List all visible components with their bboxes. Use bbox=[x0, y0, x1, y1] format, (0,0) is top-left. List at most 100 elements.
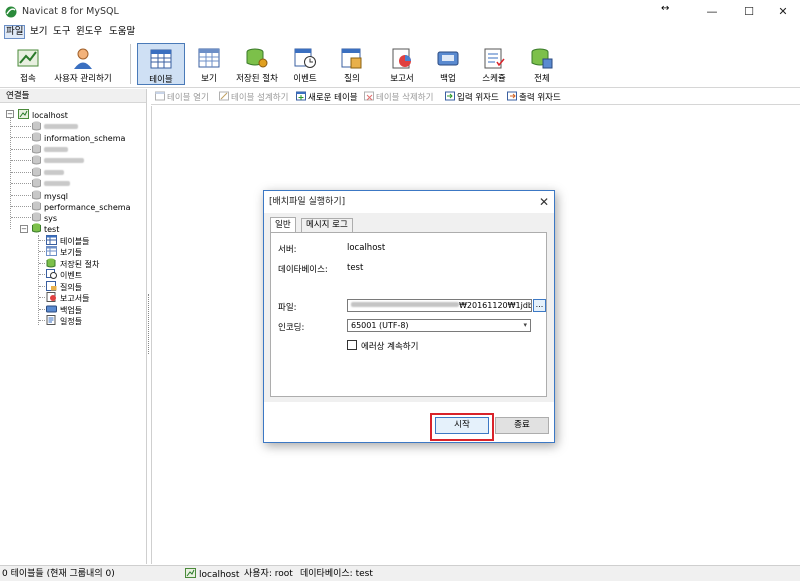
tree-database-information-schema[interactable]: information_schema bbox=[32, 132, 125, 143]
tree-database-hidden[interactable] bbox=[32, 178, 70, 189]
tree-database-sys[interactable]: sys bbox=[32, 212, 57, 223]
tree-label: 보고서들 bbox=[60, 294, 90, 303]
tree-database-hidden[interactable] bbox=[32, 155, 84, 166]
dialog-footer: 시작 종료 bbox=[264, 402, 554, 442]
toolbar-event-button[interactable]: 이벤트 bbox=[284, 43, 326, 85]
database-value: test bbox=[347, 263, 364, 273]
toolbar-label: 질의 bbox=[344, 74, 360, 84]
tree-database-performance-schema[interactable]: performance_schema bbox=[32, 201, 131, 212]
toolbar-query-button[interactable]: 질의 bbox=[332, 43, 372, 85]
browse-file-button[interactable]: ... bbox=[533, 299, 546, 312]
view-icon bbox=[46, 246, 57, 256]
toolbar-view-button[interactable]: 보기 bbox=[189, 43, 229, 85]
tree-database-mysql[interactable]: mysql bbox=[32, 190, 68, 201]
tree-label: 테이블들 bbox=[60, 237, 90, 246]
toolbar-backup-button[interactable]: 백업 bbox=[428, 43, 468, 85]
close-window-button[interactable]: ✕ bbox=[771, 4, 795, 20]
close-dialog-button[interactable]: 종료 bbox=[495, 417, 549, 434]
database-icon bbox=[32, 155, 41, 165]
dialog-title-bar: [배치파일 실행하기] ✕ bbox=[264, 191, 554, 213]
tab-message-log[interactable]: 메시지 로그 bbox=[301, 218, 353, 232]
tab-general[interactable]: 일반 bbox=[270, 217, 296, 233]
collapse-toggle[interactable]: − bbox=[20, 225, 28, 233]
toolbar-label: 이벤트 bbox=[293, 74, 317, 84]
database-icon bbox=[32, 167, 41, 177]
report-icon bbox=[46, 292, 56, 302]
maximize-button[interactable]: ☐ bbox=[737, 4, 761, 20]
chevron-down-icon: ▾ bbox=[523, 321, 527, 329]
toolbar-report-button[interactable]: 보고서 bbox=[380, 43, 424, 85]
tree-connection-localhost[interactable]: localhost bbox=[18, 109, 68, 120]
continue-on-error-label: 에러상 계속하기 bbox=[361, 342, 419, 352]
menu-file[interactable]: 파일 bbox=[4, 25, 26, 39]
tree-label: mysql bbox=[44, 192, 68, 201]
design-table-icon bbox=[219, 91, 229, 101]
toolbar-label: 사용자 관리하기 bbox=[54, 74, 112, 84]
collapse-toggle[interactable]: − bbox=[6, 110, 14, 118]
tree-database-test[interactable]: test bbox=[32, 223, 59, 234]
toolbar-table-button[interactable]: 테이블 bbox=[137, 43, 185, 85]
tree-database-hidden[interactable] bbox=[32, 121, 78, 132]
menu-tools[interactable]: 도구 bbox=[52, 25, 71, 39]
tree-label: sys bbox=[44, 214, 58, 223]
menu-window[interactable]: 윈도우 bbox=[75, 25, 103, 39]
view-icon bbox=[198, 48, 220, 68]
object-toolbar: 테이블 열기 테이블 설계하기 새로운 테이블 테이블 삭제하기 입력 위자드 … bbox=[151, 89, 800, 105]
backup-icon bbox=[437, 51, 459, 66]
tree-item-reports[interactable]: 보고서들 bbox=[46, 292, 89, 303]
tree-label: 일정들 bbox=[60, 317, 83, 326]
general-tab-pane: 서버: localhost 데이타베이스: test 파일: ₩20161120… bbox=[270, 232, 547, 397]
event-icon bbox=[46, 269, 57, 279]
tree-label: 저장된 절차 bbox=[60, 260, 100, 269]
menu-view[interactable]: 보기 bbox=[29, 25, 48, 39]
resize-cursor-icon: ↔ bbox=[661, 3, 670, 14]
database-icon bbox=[32, 190, 41, 200]
encoding-select[interactable]: 65001 (UTF-8) ▾ bbox=[347, 319, 531, 332]
tree-database-hidden[interactable] bbox=[32, 167, 64, 178]
import-wizard-button[interactable]: 입력 위자드 bbox=[445, 91, 499, 103]
tree-item-views[interactable]: 보기들 bbox=[46, 246, 82, 257]
tree-item-backups[interactable]: 백업들 bbox=[46, 304, 82, 315]
tree-item-tables[interactable]: 테이블들 bbox=[46, 235, 89, 246]
dialog-title: [배치파일 실행하기] bbox=[269, 197, 346, 207]
toolbar-connection-button[interactable]: 접속 bbox=[8, 43, 48, 85]
minimize-button[interactable]: — bbox=[700, 4, 724, 20]
tree-item-stored-procedures[interactable]: 저장된 절차 bbox=[46, 258, 99, 269]
table-icon bbox=[46, 235, 57, 245]
export-wizard-icon bbox=[507, 91, 517, 101]
stored-procedure-icon bbox=[46, 258, 56, 268]
toolbar-label: 스케쥴 bbox=[482, 74, 506, 84]
tree-database-hidden[interactable] bbox=[32, 144, 68, 155]
navicat-logo-icon bbox=[5, 6, 17, 18]
encoding-label: 인코딩: bbox=[278, 323, 305, 333]
toolbar-label: 전체 bbox=[534, 74, 550, 84]
delete-table-button[interactable]: 테이블 삭제하기 bbox=[364, 91, 433, 103]
tree-label: performance_schema bbox=[44, 203, 131, 212]
design-table-button[interactable]: 테이블 설계하기 bbox=[219, 91, 288, 103]
tree-item-schedules[interactable]: 일정들 bbox=[46, 315, 82, 326]
new-table-button[interactable]: 새로운 테이블 bbox=[296, 91, 358, 103]
backup-icon bbox=[46, 305, 57, 313]
schedule-icon bbox=[46, 315, 56, 325]
tree-label: 백업들 bbox=[60, 306, 83, 315]
menu-help[interactable]: 도움말 bbox=[108, 25, 136, 39]
dialog-close-button[interactable]: ✕ bbox=[539, 191, 549, 213]
file-path-input[interactable]: ₩20161120₩1jdb bbox=[347, 299, 532, 312]
tree-item-events[interactable]: 이벤트 bbox=[46, 269, 82, 280]
toolbar-all-button[interactable]: 전체 bbox=[522, 43, 562, 85]
toolbar-stored-procedure-button[interactable]: 저장된 절차 bbox=[233, 43, 281, 85]
user-manager-icon bbox=[74, 48, 92, 69]
import-wizard-icon bbox=[445, 91, 455, 101]
toolbar-label: 테이블 bbox=[149, 75, 173, 85]
database-icon bbox=[32, 121, 41, 131]
continue-on-error-checkbox[interactable] bbox=[347, 340, 357, 350]
export-wizard-button[interactable]: 출력 위자드 bbox=[507, 91, 561, 103]
open-table-button[interactable]: 테이블 열기 bbox=[155, 91, 209, 103]
tree-item-queries[interactable]: 질의들 bbox=[46, 281, 82, 292]
tree-label: 질의들 bbox=[60, 283, 83, 292]
connection-icon bbox=[17, 49, 39, 67]
tree-label: 이벤트 bbox=[60, 271, 83, 280]
menu-bar: 파일 보기 도구 윈도우 도움말 bbox=[0, 24, 800, 40]
toolbar-user-manager-button[interactable]: 사용자 관리하기 bbox=[50, 43, 116, 85]
toolbar-schedule-button[interactable]: 스케쥴 bbox=[474, 43, 514, 85]
